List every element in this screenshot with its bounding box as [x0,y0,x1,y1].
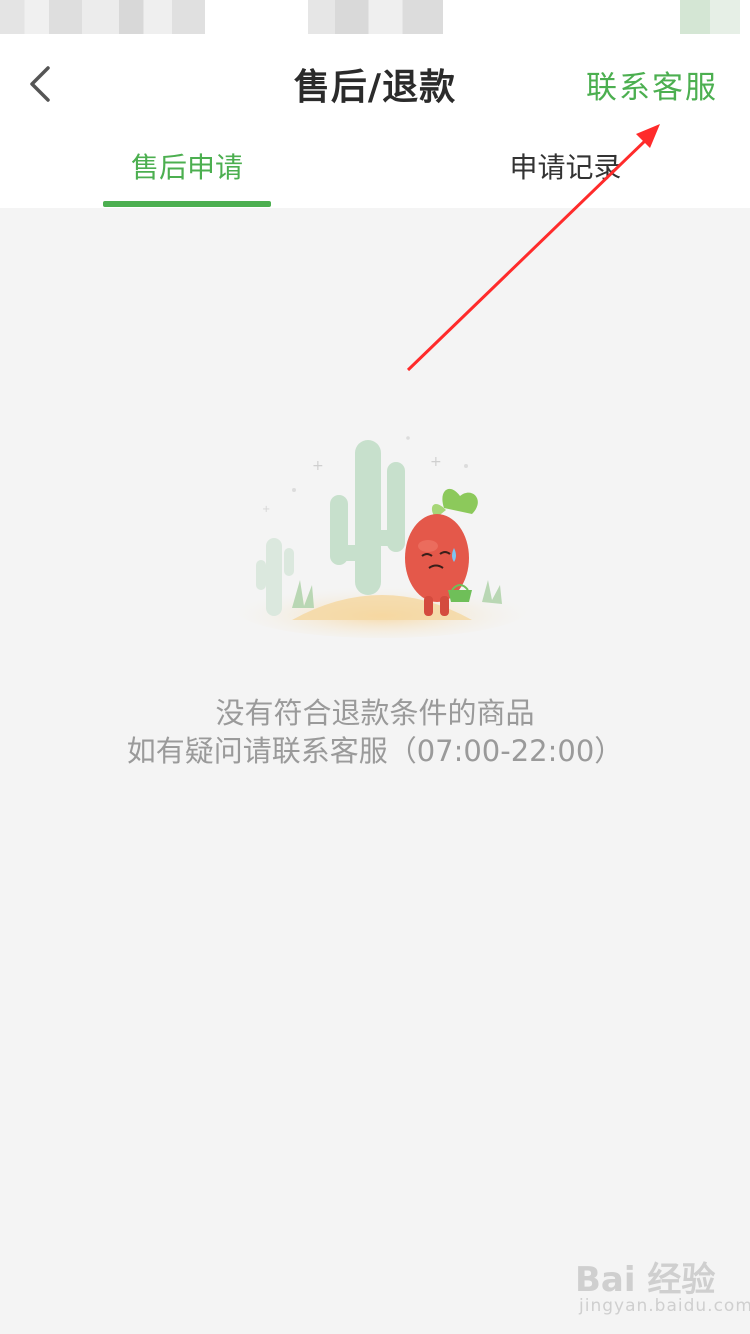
tab-after-sale-apply[interactable]: 售后申请 [103,146,271,186]
watermark-brand: Bai 经验 [575,1260,716,1300]
navigation-header: 售后/退款 联系客服 [0,40,750,128]
baidu-jingyan-watermark: Bai 经验 jingyan.baidu.com [575,1252,750,1322]
watermark-url: jingyan.baidu.com [579,1296,750,1316]
svg-text:+: + [430,454,442,470]
active-tab-indicator [103,201,271,207]
svg-text:+: + [262,504,270,515]
service-hours-message: 如有疑问请联系客服（07:00-22:00） [126,734,624,768]
tab-apply-records[interactable]: 申请记录 [478,146,653,186]
tab-bar: 售后申请 申请记录 [0,128,750,208]
empty-cactus-radish-illustration: + + + [237,436,527,638]
empty-message: 没有符合退款条件的商品 [215,696,535,730]
status-bar-blurred-center [308,0,443,34]
svg-text:+: + [312,458,324,474]
status-bar-blurred-battery [680,0,740,34]
contact-service-button[interactable]: 联系客服 [586,62,718,107]
status-bar-blurred-time [0,0,205,34]
status-bar [0,0,750,40]
